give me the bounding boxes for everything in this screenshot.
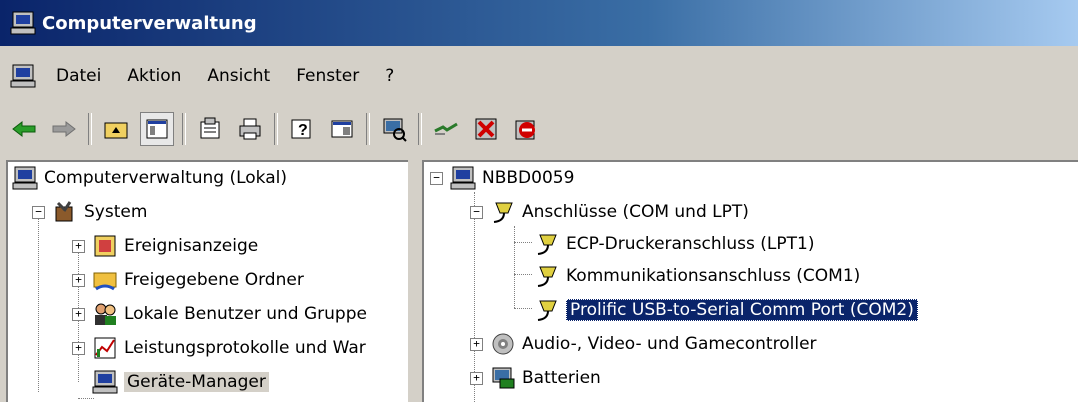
tree-item-label: Audio-, Video- und Gamecontroller — [522, 334, 817, 354]
tree-item-ecp-druckeranschluss[interactable]: ECP-Druckeranschluss (LPT1) — [534, 230, 814, 258]
print-icon[interactable] — [234, 113, 266, 145]
tree-item-anschluesse[interactable]: Anschlüsse (COM und LPT) — [490, 198, 749, 226]
device-manager-icon — [92, 370, 118, 394]
forward-icon[interactable] — [48, 113, 80, 145]
tree-item-label: ECP-Druckeranschluss (LPT1) — [566, 234, 815, 254]
menu-datei[interactable]: Datei — [50, 64, 107, 88]
help-icon[interactable]: ? — [286, 113, 318, 145]
port-icon — [537, 300, 557, 321]
expand-toggle[interactable]: + — [72, 342, 85, 355]
export-list-icon[interactable] — [326, 113, 358, 145]
tree-line — [514, 242, 532, 243]
collapse-toggle[interactable]: − — [32, 206, 45, 219]
tree-item-lokale-benutzer[interactable]: Lokale Benutzer und Gruppe — [92, 300, 367, 328]
expand-toggle[interactable]: + — [72, 274, 85, 287]
toolbar-separator — [366, 113, 370, 145]
computer-icon — [450, 166, 476, 190]
tree-item-label: Computerverwaltung (Lokal) — [44, 168, 287, 188]
event-viewer-icon — [94, 235, 116, 257]
disable-device-icon[interactable] — [470, 113, 502, 145]
tree-item-ereignisanzeige[interactable]: Ereignisanzeige — [92, 232, 258, 260]
window-title: Computerverwaltung — [42, 12, 257, 34]
show-tree-icon[interactable] — [140, 112, 174, 146]
toolbar-separator — [274, 113, 278, 145]
tree-item-label: Leistungsprotokolle und War — [124, 338, 366, 358]
expand-toggle[interactable]: + — [470, 338, 483, 351]
properties-icon[interactable] — [194, 113, 226, 145]
uninstall-device-icon[interactable] — [510, 113, 542, 145]
expand-toggle[interactable]: + — [72, 240, 85, 253]
toolbar-separator — [418, 113, 422, 145]
computer-icon — [12, 166, 38, 190]
tree-item-audio-video[interactable]: Audio-, Video- und Gamecontroller — [490, 330, 817, 358]
menu-aktion[interactable]: Aktion — [121, 64, 187, 88]
tree-item-system[interactable]: System — [52, 198, 147, 226]
users-icon — [95, 303, 116, 325]
tree-item-label: Batterien — [522, 368, 601, 388]
tree-item-label: Anschlüsse (COM und LPT) — [522, 202, 749, 222]
tree-line — [514, 226, 515, 308]
tree-item-label: Lokale Benutzer und Gruppe — [124, 304, 367, 324]
title-bar: Computerverwaltung — [0, 0, 1078, 46]
port-icon — [537, 234, 557, 255]
tree-item-kommunikationsanschluss[interactable]: Kommunikationsanschluss (COM1) — [534, 262, 860, 290]
computer-management-icon — [10, 11, 36, 35]
tree-line — [38, 206, 39, 392]
tree-item-label: Freigegebene Ordner — [124, 270, 304, 290]
back-icon[interactable] — [8, 113, 40, 145]
update-driver-icon[interactable] — [430, 113, 462, 145]
tree-line — [514, 308, 532, 309]
menu-help[interactable]: ? — [379, 64, 400, 88]
battery-icon — [492, 367, 515, 389]
console-tree-pane[interactable]: Computerverwaltung (Lokal) − System + Er… — [6, 160, 408, 402]
tree-item-leistungsprotokolle[interactable]: Leistungsprotokolle und War — [92, 334, 366, 362]
port-icon — [493, 202, 513, 223]
scan-hardware-icon[interactable] — [378, 113, 410, 145]
svg-text:?: ? — [298, 122, 308, 139]
menu-fenster[interactable]: Fenster — [290, 64, 365, 88]
tree-item-freigegebene-ordner[interactable]: Freigegebene Ordner — [92, 266, 304, 294]
collapse-toggle[interactable]: − — [430, 172, 443, 185]
expand-toggle[interactable]: + — [72, 308, 85, 321]
toolbar-separator — [88, 113, 92, 145]
speaker-icon — [492, 333, 514, 355]
tree-item-label: NBBD0059 — [482, 168, 575, 188]
tree-item-prolific-usb-serial[interactable]: Prolific USB-to-Serial Comm Port (COM2) — [534, 296, 918, 324]
tree-item-computerverwaltung[interactable]: Computerverwaltung (Lokal) — [12, 164, 287, 192]
port-icon — [537, 266, 557, 287]
up-folder-icon[interactable] — [100, 113, 132, 145]
toolbar: ? — [0, 106, 1078, 152]
tree-item-label: Ereignisanzeige — [124, 236, 259, 256]
tree-line — [514, 274, 532, 275]
menu-ansicht[interactable]: Ansicht — [201, 64, 276, 88]
shared-folder-icon — [93, 272, 117, 291]
menu-bar: Datei Aktion Ansicht Fenster ? — [0, 58, 1078, 94]
tools-icon — [55, 201, 73, 222]
tree-item-label: Prolific USB-to-Serial Comm Port (COM2) — [566, 299, 918, 321]
tree-item-label: Kommunikationsanschluss (COM1) — [566, 266, 861, 286]
system-menu-icon[interactable] — [10, 63, 36, 89]
toolbar-separator — [182, 113, 186, 145]
tree-item-label: Geräte-Manager — [124, 372, 269, 392]
expand-toggle[interactable]: + — [470, 372, 483, 385]
device-tree-pane[interactable]: − NBBD0059 − Anschlüsse (COM und LPT) EC… — [422, 160, 1078, 402]
performance-icon — [94, 337, 116, 359]
tree-item-label: System — [84, 202, 148, 222]
tree-item-batterien[interactable]: Batterien — [490, 364, 601, 392]
tree-item-nbbd0059[interactable]: NBBD0059 — [450, 164, 574, 192]
collapse-toggle[interactable]: − — [470, 206, 483, 219]
tree-line — [78, 398, 94, 399]
